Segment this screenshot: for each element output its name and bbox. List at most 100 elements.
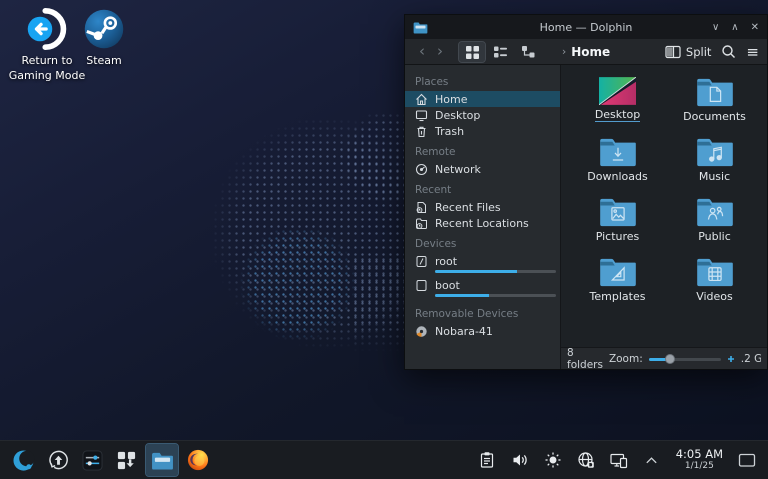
wallpaper-dots-pattern bbox=[352, 256, 410, 352]
folder-item-downloads[interactable]: Downloads bbox=[569, 137, 666, 197]
folder-item-templates[interactable]: Templates bbox=[569, 257, 666, 317]
sidebar-item-root[interactable]: root bbox=[405, 253, 560, 277]
forward-button[interactable]: › bbox=[431, 44, 449, 59]
volume-tray-icon[interactable] bbox=[507, 444, 533, 476]
hamburger-menu-icon[interactable]: ≡ bbox=[746, 43, 759, 61]
tweaks-button[interactable] bbox=[76, 444, 108, 476]
breadcrumb-location[interactable]: Home bbox=[571, 45, 610, 59]
boot-usage-bar bbox=[435, 294, 556, 297]
details-view-button[interactable] bbox=[487, 42, 513, 62]
boot-drive-icon bbox=[415, 279, 428, 292]
desktop-icon bbox=[415, 109, 428, 122]
zoom-label: Zoom: bbox=[609, 353, 643, 365]
videos-folder-icon bbox=[696, 257, 734, 287]
folder-item-public[interactable]: Public bbox=[666, 197, 763, 257]
clock-date: 1/1/25 bbox=[676, 461, 723, 471]
sliders-icon bbox=[82, 450, 103, 471]
chevron-up-icon bbox=[644, 453, 659, 468]
show-desktop-button[interactable] bbox=[734, 444, 760, 476]
section-title-removable-devices: Removable Devices bbox=[405, 301, 560, 323]
software-install-button[interactable] bbox=[110, 444, 142, 476]
folder-view: Desktop Documents bbox=[561, 65, 767, 369]
back-button[interactable]: ‹ bbox=[413, 44, 431, 59]
kdeconnect-tray-icon[interactable] bbox=[606, 444, 632, 476]
network-icon bbox=[415, 163, 428, 176]
sidebar-item-boot[interactable]: boot bbox=[405, 277, 560, 301]
system-update-button[interactable] bbox=[42, 444, 74, 476]
folder-item-documents[interactable]: Documents bbox=[666, 77, 763, 137]
recent-locations-icon bbox=[415, 217, 428, 230]
digital-clock[interactable]: 4:05 AM 1/1/25 bbox=[672, 448, 727, 472]
sidebar-item-home[interactable]: Home bbox=[405, 91, 560, 107]
dolphin-icon bbox=[151, 451, 174, 470]
root-usage-bar bbox=[435, 270, 556, 273]
public-folder-icon bbox=[696, 197, 734, 227]
nobara-launcher-icon bbox=[13, 449, 36, 472]
dolphin-window: Home — Dolphin ∨ ∧ ✕ ‹ › bbox=[404, 14, 768, 370]
dolphin-toolbar: ‹ › bbox=[405, 39, 767, 65]
home-icon bbox=[415, 93, 428, 106]
sidebar-item-trash[interactable]: Trash bbox=[405, 123, 560, 139]
firefox-icon bbox=[187, 449, 209, 471]
network-globe-tray-icon[interactable] bbox=[573, 444, 599, 476]
clock-time: 4:05 AM bbox=[676, 448, 723, 461]
removable-disc-icon bbox=[415, 325, 428, 338]
icons-view-button[interactable] bbox=[459, 42, 485, 62]
sidebar-item-recent-files[interactable]: Recent Files bbox=[405, 199, 560, 215]
taskbar-dolphin-task[interactable] bbox=[146, 444, 178, 476]
app-grid-install-icon bbox=[116, 450, 137, 471]
desktop-wallpaper-folder-icon bbox=[599, 77, 636, 105]
close-button[interactable]: ✕ bbox=[751, 22, 759, 33]
zoom-slider[interactable] bbox=[649, 354, 721, 364]
music-folder-icon bbox=[696, 137, 734, 167]
breadcrumb-chevron-icon: › bbox=[562, 45, 566, 58]
taskbar: 4:05 AM 1/1/25 bbox=[0, 440, 768, 479]
sidebar-item-desktop[interactable]: Desktop bbox=[405, 107, 560, 123]
tray-expander-button[interactable] bbox=[639, 444, 665, 476]
folders-count: 8 folders bbox=[567, 347, 603, 371]
taskbar-firefox-task[interactable] bbox=[182, 444, 214, 476]
sidebar-item-recent-locations[interactable]: Recent Locations bbox=[405, 215, 560, 231]
sidebar-item-network[interactable]: Network bbox=[405, 161, 560, 177]
free-space-text: .2 GiB fr bbox=[741, 353, 761, 365]
zoom-slider-handle[interactable] bbox=[665, 354, 675, 364]
show-desktop-icon bbox=[738, 453, 756, 468]
root-drive-icon bbox=[415, 255, 428, 268]
split-label: Split bbox=[686, 45, 712, 59]
section-title-places: Places bbox=[405, 69, 560, 91]
folder-item-pictures[interactable]: Pictures bbox=[569, 197, 666, 257]
window-titlebar[interactable]: Home — Dolphin ∨ ∧ ✕ bbox=[405, 15, 767, 39]
section-title-recent: Recent bbox=[405, 177, 560, 199]
clipboard-tray-icon[interactable] bbox=[474, 444, 500, 476]
breadcrumb[interactable]: › Home bbox=[562, 45, 610, 59]
sidebar-item-nobara-41[interactable]: Nobara-41 bbox=[405, 323, 560, 339]
tree-view-button[interactable] bbox=[515, 42, 541, 62]
brightness-tray-icon[interactable] bbox=[540, 444, 566, 476]
section-title-remote: Remote bbox=[405, 139, 560, 161]
minimize-button[interactable]: ∨ bbox=[712, 22, 719, 33]
desktop-icon-label: Steam bbox=[61, 54, 147, 69]
update-icon bbox=[48, 450, 69, 471]
maximize-button[interactable]: ∧ bbox=[731, 22, 738, 33]
app-launcher-button[interactable] bbox=[8, 444, 40, 476]
places-panel: Places Home Desktop Trash Remote bbox=[405, 65, 561, 369]
dolphin-statusbar: 8 folders Zoom: .2 GiB fr ∨ bbox=[561, 347, 767, 369]
pictures-folder-icon bbox=[599, 197, 637, 227]
trash-icon bbox=[415, 125, 428, 138]
folder-item-desktop[interactable]: Desktop bbox=[569, 77, 666, 137]
steam-icon bbox=[83, 8, 125, 50]
downloads-folder-icon bbox=[599, 137, 637, 167]
recent-files-icon bbox=[415, 201, 428, 214]
folder-item-videos[interactable]: Videos bbox=[666, 257, 763, 317]
split-button[interactable]: Split bbox=[665, 45, 712, 59]
desktop-icon-steam[interactable]: Steam bbox=[61, 8, 147, 69]
templates-folder-icon bbox=[599, 257, 637, 287]
section-title-devices: Devices bbox=[405, 231, 560, 253]
search-icon[interactable] bbox=[721, 44, 736, 59]
zoom-in-icon[interactable] bbox=[727, 355, 735, 363]
wallpaper-dots-pattern bbox=[238, 228, 358, 338]
folder-item-music[interactable]: Music bbox=[666, 137, 763, 197]
free-space-info[interactable]: .2 GiB fr ∨ bbox=[741, 353, 761, 365]
documents-folder-icon bbox=[696, 77, 734, 107]
split-icon bbox=[665, 45, 681, 59]
